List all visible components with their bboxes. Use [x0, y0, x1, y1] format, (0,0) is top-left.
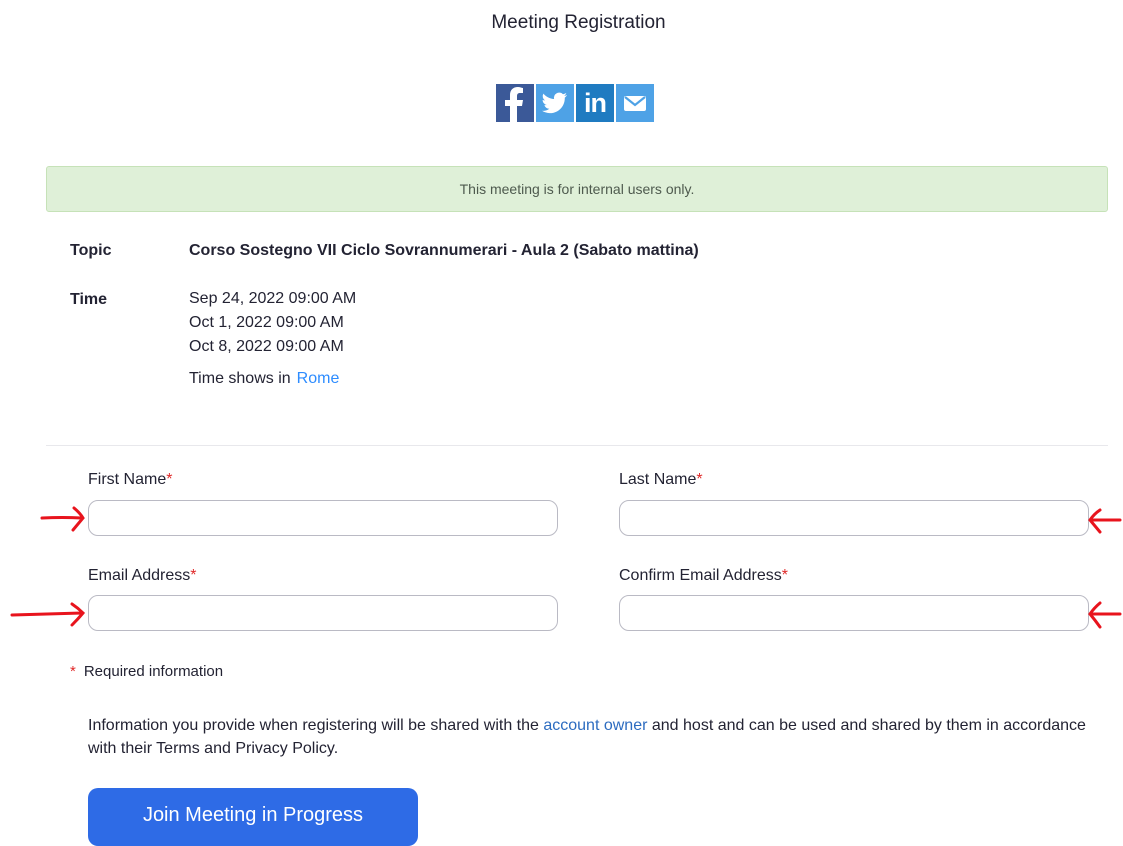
time-label: Time	[70, 291, 108, 308]
twitter-icon	[542, 92, 567, 114]
facebook-share-button[interactable]	[496, 84, 534, 122]
time-occurrence: Sep 24, 2022 09:00 AM	[189, 290, 357, 307]
first-name-label: First Name*	[88, 471, 173, 488]
time-values: Sep 24, 2022 09:00 AM Oct 1, 2022 09:00 …	[189, 291, 1089, 388]
required-mark: *	[166, 471, 173, 488]
annotation-arrow-left-icon	[1088, 508, 1122, 534]
first-name-input[interactable]	[88, 500, 558, 536]
last-name-label: Last Name*	[619, 471, 703, 488]
required-info-text: Required information	[83, 663, 224, 680]
twitter-share-button[interactable]	[536, 84, 574, 122]
topic-value: Corso Sostegno VII Ciclo Sovrannumerari …	[189, 242, 699, 259]
banner-text: This meeting is for internal users only.	[459, 181, 695, 197]
email-label: Email Address*	[88, 567, 197, 584]
annotation-arrow-right-icon	[10, 602, 86, 627]
email-icon	[624, 96, 646, 111]
confirm-email-input[interactable]	[619, 595, 1089, 631]
annotation-arrow-right-icon	[40, 506, 85, 532]
linkedin-icon: in	[584, 87, 607, 118]
email-input[interactable]	[88, 595, 558, 631]
time-occurrence: Oct 8, 2022 09:00 AM	[189, 338, 344, 355]
email-share-button[interactable]	[616, 84, 654, 122]
required-mark: *	[781, 567, 788, 584]
privacy-notice: Information you provide when registering…	[88, 717, 1086, 757]
share-bar: in	[496, 84, 654, 122]
required-mark: *	[70, 663, 76, 680]
timezone-link[interactable]: Rome	[297, 370, 340, 387]
facebook-icon	[505, 87, 523, 122]
join-meeting-button[interactable]: Join Meeting in Progress	[88, 788, 418, 846]
page-title: Meeting Registration	[491, 12, 666, 33]
timezone-prefix: Time shows in	[189, 370, 291, 387]
section-divider	[46, 445, 1108, 446]
last-name-input[interactable]	[619, 500, 1089, 536]
internal-users-banner: This meeting is for internal users only.	[46, 166, 1108, 212]
topic-label: Topic	[70, 242, 112, 259]
required-info-note: * Required information	[70, 663, 223, 680]
required-mark: *	[190, 567, 197, 584]
linkedin-share-button[interactable]: in	[576, 84, 614, 122]
confirm-email-label: Confirm Email Address*	[619, 567, 788, 584]
account-owner-link[interactable]: account owner	[543, 717, 647, 734]
time-occurrence: Oct 1, 2022 09:00 AM	[189, 314, 344, 331]
required-mark: *	[696, 471, 703, 488]
timezone-note: Time shows in Rome	[189, 370, 1089, 388]
annotation-arrow-left-icon	[1088, 601, 1122, 629]
